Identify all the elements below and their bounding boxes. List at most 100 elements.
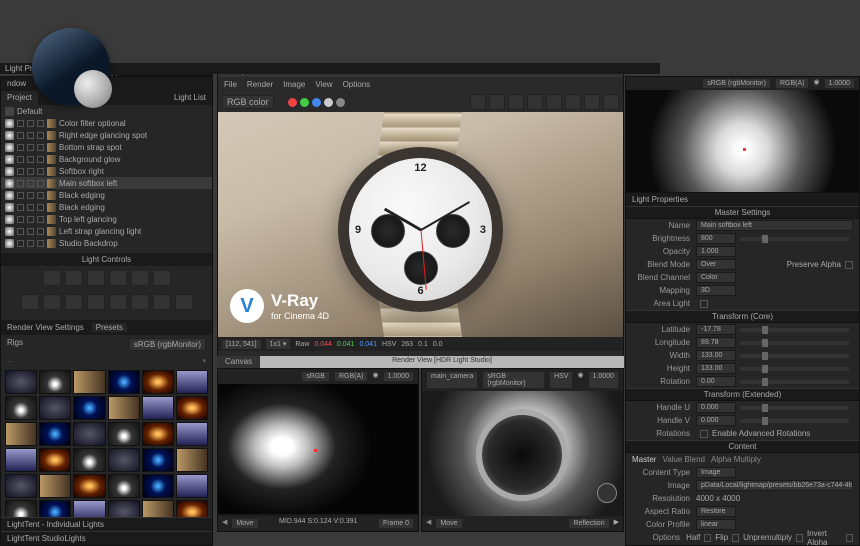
tab-render-view[interactable]: Render View [HDR Light Studio]: [260, 356, 624, 368]
arealight-checkbox[interactable]: [700, 300, 708, 308]
menu-view[interactable]: View: [315, 80, 332, 89]
light-row[interactable]: Right edge glancing spot: [1, 129, 212, 141]
handleu-input[interactable]: 0.000: [696, 402, 736, 413]
preset-thumb[interactable]: [176, 422, 208, 446]
half-checkbox[interactable]: [704, 534, 711, 542]
preset-thumb[interactable]: [176, 370, 208, 394]
rgba-dropdown[interactable]: RGB(A): [775, 78, 810, 89]
restore-button[interactable]: Restore: [696, 506, 736, 517]
tab-canvas[interactable]: Canvas: [217, 356, 260, 368]
menu-file[interactable]: File: [224, 80, 237, 89]
srgb-dropdown[interactable]: sRGB (rgbMonitor): [702, 78, 771, 89]
tab-light-list[interactable]: Light List: [168, 91, 212, 105]
brightness-input[interactable]: 800: [696, 233, 736, 244]
srgb-dropdown[interactable]: sRGB: [301, 371, 330, 382]
colorprofile-dropdown[interactable]: linear: [696, 519, 736, 530]
tb-btn[interactable]: [565, 94, 581, 110]
preset-thumb[interactable]: [176, 448, 208, 472]
name-input[interactable]: Main softbox left: [696, 220, 853, 231]
light-row[interactable]: Black edging: [1, 189, 212, 201]
preset-thumb[interactable]: [39, 396, 71, 420]
preset-thumb[interactable]: [39, 422, 71, 446]
render-canvas[interactable]: 12369 V V-Rayfor Cinema 4D: [218, 112, 623, 337]
preset-thumb[interactable]: [108, 448, 140, 472]
preset-thumb[interactable]: [73, 370, 105, 394]
preset-thumb[interactable]: [73, 474, 105, 498]
lc-btn[interactable]: [131, 294, 149, 310]
light-preview-canvas[interactable]: [626, 90, 859, 200]
preset-thumb[interactable]: [108, 396, 140, 420]
unpremultiply-checkbox[interactable]: [796, 534, 803, 542]
preset-thumb[interactable]: [5, 448, 37, 472]
blendchannel-dropdown[interactable]: Color: [696, 272, 736, 283]
channel-dropdown[interactable]: RGB color: [222, 95, 274, 109]
hdr-canvas[interactable]: [218, 384, 418, 514]
lc-btn[interactable]: [87, 270, 105, 286]
light-row[interactable]: Top left glancing: [1, 213, 212, 225]
tb-btn[interactable]: [584, 94, 600, 110]
lc-btn[interactable]: [109, 270, 127, 286]
reflection-dropdown[interactable]: Reflection: [568, 518, 609, 529]
preset-thumb[interactable]: [39, 474, 71, 498]
tab-project[interactable]: Project: [1, 91, 38, 105]
light-marker[interactable]: [314, 449, 317, 452]
preset-thumb[interactable]: [5, 474, 37, 498]
move-dropdown[interactable]: Move: [231, 518, 258, 529]
green-dot-icon[interactable]: [300, 98, 309, 107]
render-preview[interactable]: [422, 391, 623, 521]
opacity-input[interactable]: 1.000: [696, 246, 736, 257]
sun-icon[interactable]: [597, 483, 617, 503]
tab-value-blend[interactable]: Value Blend: [662, 455, 705, 464]
mapping-dropdown[interactable]: 3D: [696, 285, 736, 296]
handlev-input[interactable]: 0.000: [696, 415, 736, 426]
preset-thumb[interactable]: [176, 474, 208, 498]
tb-btn[interactable]: [546, 94, 562, 110]
light-row[interactable]: Background glow: [1, 153, 212, 165]
height-input[interactable]: 133.00: [696, 363, 736, 374]
handlev-slider[interactable]: [740, 419, 849, 423]
image-path-input[interactable]: pData/Local/lightmap/presets/bb26e73a-c7…: [696, 480, 853, 491]
preset-thumb[interactable]: [108, 370, 140, 394]
preset-thumb[interactable]: [73, 422, 105, 446]
light-row[interactable]: Black edging: [1, 201, 212, 213]
tab-master[interactable]: Master: [632, 455, 656, 464]
preset-thumb[interactable]: [5, 370, 37, 394]
blendmode-dropdown[interactable]: Over: [696, 259, 736, 270]
height-slider[interactable]: [740, 367, 849, 371]
latitude-input[interactable]: -17.78: [696, 324, 736, 335]
light-row[interactable]: Studio Backdrop: [1, 237, 212, 249]
gray-dot-icon[interactable]: [336, 98, 345, 107]
light-row[interactable]: Left strap glancing light: [1, 225, 212, 237]
preset-thumb[interactable]: [142, 370, 174, 394]
preset-thumb[interactable]: [108, 422, 140, 446]
longitude-slider[interactable]: [740, 341, 849, 345]
lc-btn[interactable]: [65, 294, 83, 310]
width-input[interactable]: 133.00: [696, 350, 736, 361]
tb-btn[interactable]: [470, 94, 486, 110]
alpha-dot-icon[interactable]: [324, 98, 333, 107]
menu-render[interactable]: Render: [247, 80, 273, 89]
camera-dropdown[interactable]: main_camera: [426, 371, 478, 389]
lc-btn[interactable]: [131, 270, 149, 286]
rotation-input[interactable]: 0.00: [696, 376, 736, 387]
lc-btn[interactable]: [21, 294, 39, 310]
preset-thumb[interactable]: [39, 370, 71, 394]
tb-btn[interactable]: [508, 94, 524, 110]
width-slider[interactable]: [740, 354, 849, 358]
preset-thumb[interactable]: [142, 422, 174, 446]
rgba-dropdown[interactable]: RGB(A): [334, 371, 369, 382]
invert-alpha-checkbox[interactable]: [846, 534, 853, 542]
tb-btn[interactable]: [489, 94, 505, 110]
tab-presets[interactable]: Presets: [92, 323, 127, 332]
light-row[interactable]: Softbox right: [1, 165, 212, 177]
srgb-dropdown[interactable]: sRGB (rgbMonitor): [482, 371, 545, 389]
lc-btn[interactable]: [109, 294, 127, 310]
tb-btn[interactable]: [527, 94, 543, 110]
menu-image[interactable]: Image: [283, 80, 305, 89]
flip-checkbox[interactable]: [732, 534, 739, 542]
preset-thumb[interactable]: [5, 396, 37, 420]
preset-thumb[interactable]: [73, 396, 105, 420]
colorspace-dropdown[interactable]: sRGB (rgbMonitor): [129, 338, 206, 351]
preset-thumb[interactable]: [108, 474, 140, 498]
red-dot-icon[interactable]: [288, 98, 297, 107]
